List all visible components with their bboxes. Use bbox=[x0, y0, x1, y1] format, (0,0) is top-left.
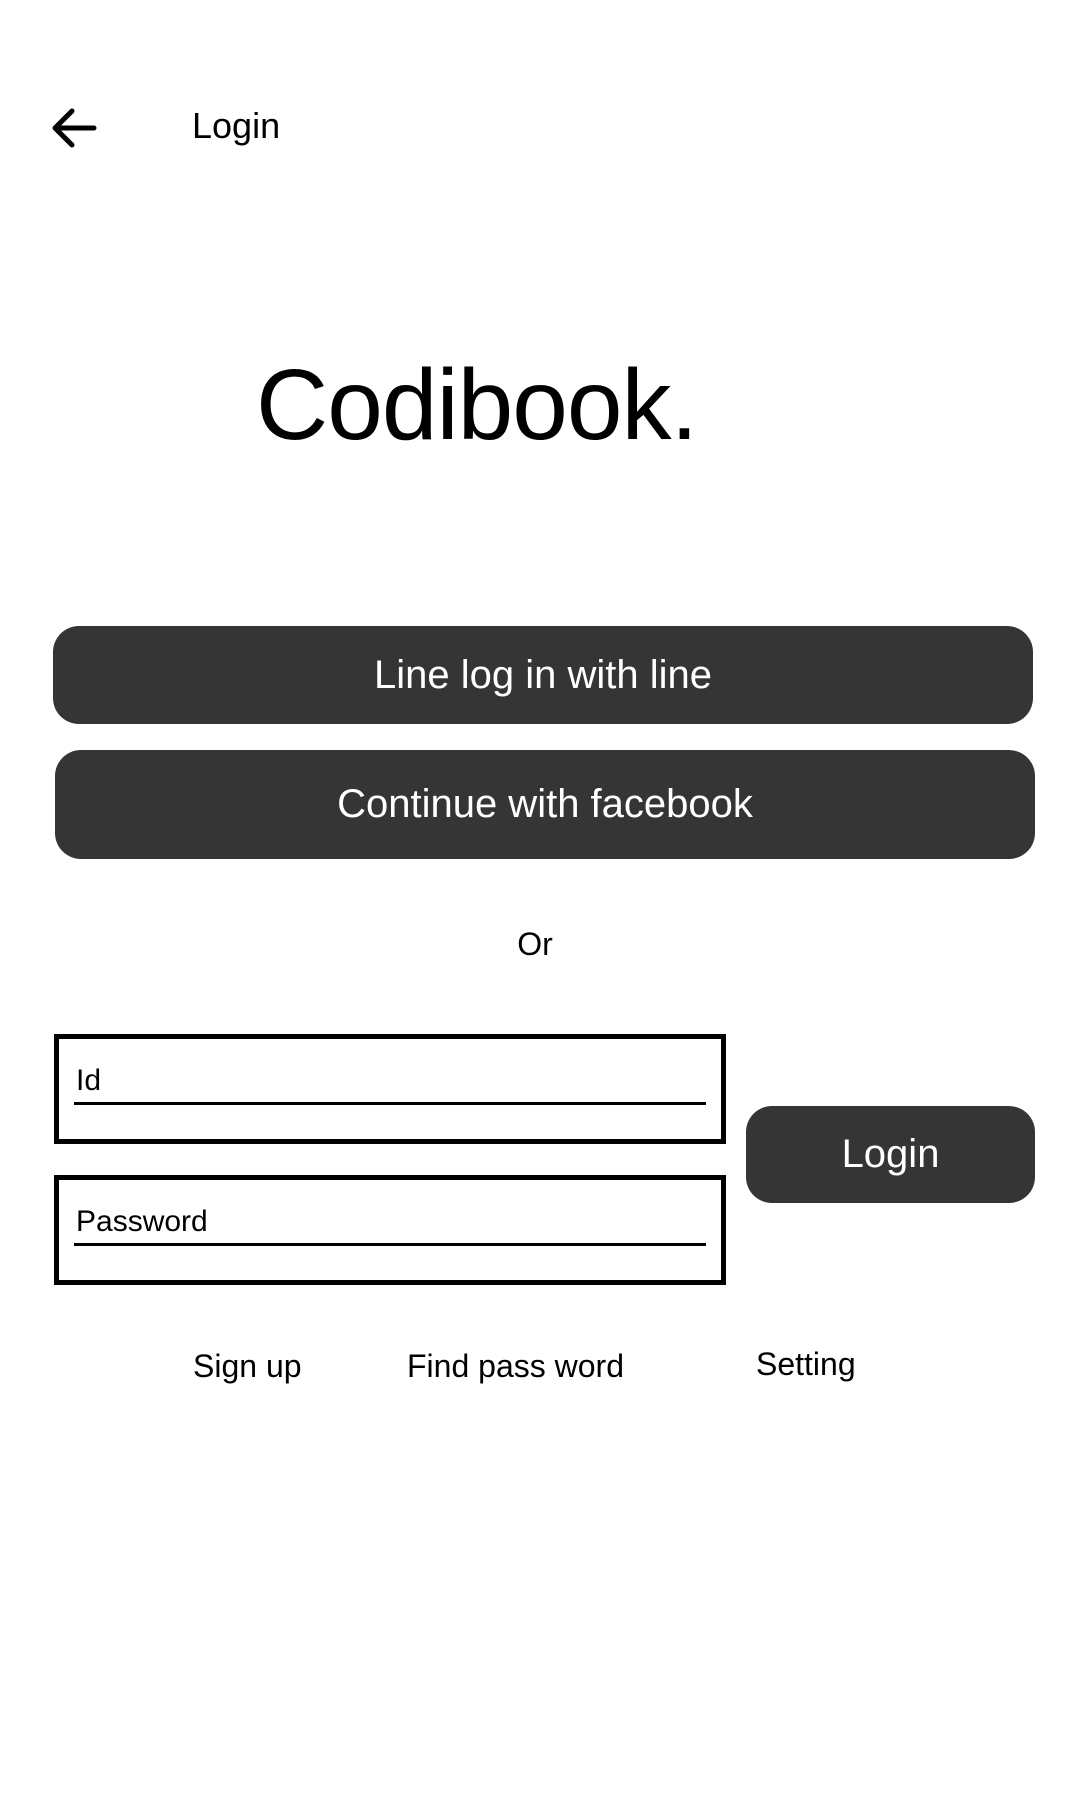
id-field-container bbox=[54, 1034, 726, 1144]
line-login-button[interactable]: Line log in with line bbox=[53, 626, 1033, 724]
id-input[interactable] bbox=[74, 1059, 706, 1105]
brand-logo-text: Codibook. bbox=[256, 349, 698, 461]
page-title: Login bbox=[192, 105, 281, 146]
password-field-container bbox=[54, 1175, 726, 1285]
sign-up-link[interactable]: Sign up bbox=[193, 1346, 302, 1386]
login-button[interactable]: Login bbox=[746, 1106, 1035, 1203]
app-bar: Login bbox=[0, 0, 1080, 260]
back-button[interactable] bbox=[44, 98, 104, 158]
setting-link[interactable]: Setting bbox=[756, 1344, 856, 1384]
find-password-link[interactable]: Find pass word bbox=[407, 1346, 624, 1386]
arrow-left-icon bbox=[44, 98, 104, 158]
facebook-login-button[interactable]: Continue with facebook bbox=[55, 750, 1035, 859]
password-input[interactable] bbox=[74, 1200, 706, 1246]
or-divider-label: Or bbox=[517, 926, 553, 962]
